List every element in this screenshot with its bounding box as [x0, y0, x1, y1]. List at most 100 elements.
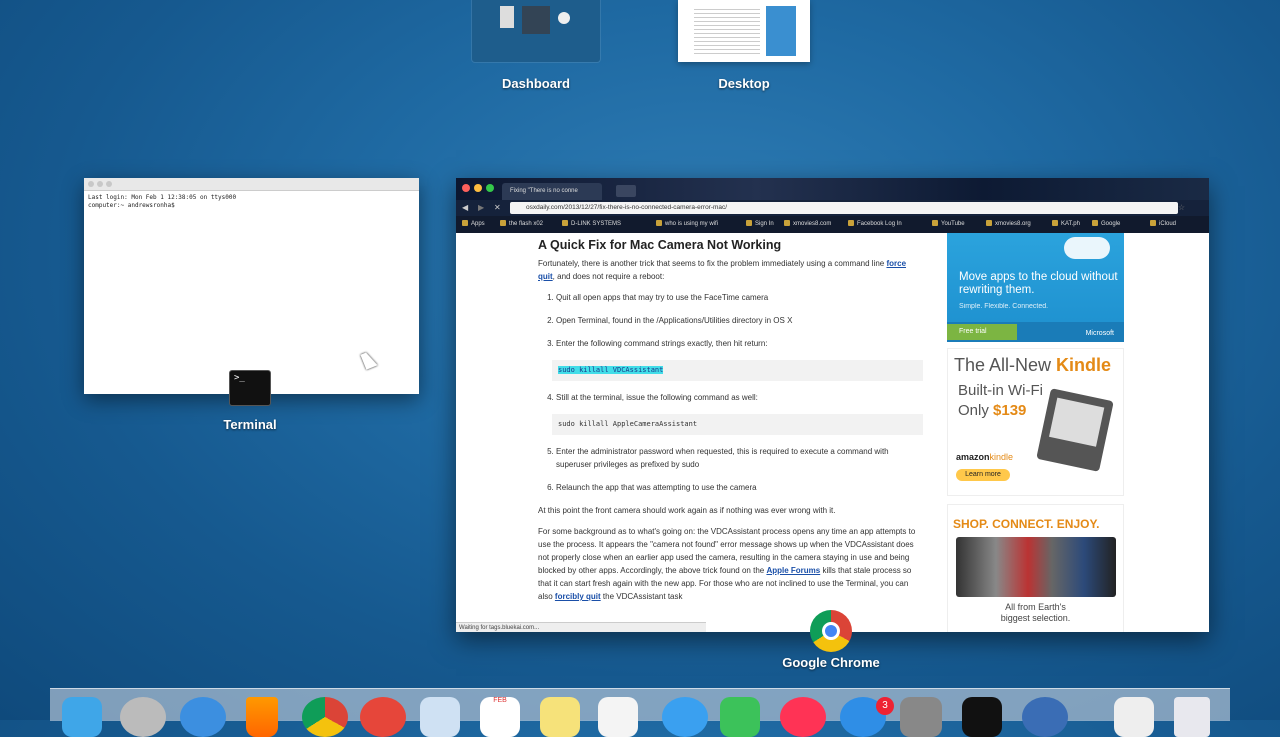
forcibly-quit-link[interactable]: forcibly quit	[555, 592, 601, 601]
article-paragraph: For some background as to what's going o…	[538, 527, 916, 601]
preview-icon[interactable]	[420, 697, 460, 737]
downloads-stack-icon[interactable]	[1114, 697, 1154, 737]
kindle-device-image	[1036, 388, 1114, 472]
terminal-app-icon: >_	[229, 370, 271, 406]
products-image	[956, 537, 1116, 597]
steps-list: Still at the terminal, issue the followi…	[538, 391, 923, 404]
terminal-line: Last login: Mon Feb 1 12:38:05 on ttys00…	[88, 194, 237, 201]
desktop-thumb-ad	[766, 6, 796, 56]
browser-tab[interactable]: Fixing "There is no conne	[502, 183, 602, 200]
ad-column: Move apps to the cloud without rewriting…	[947, 233, 1124, 632]
minimize-button[interactable]	[474, 184, 482, 192]
list-item: Open Terminal, found in the /Application…	[556, 314, 923, 327]
bookmark-item[interactable]: iCloud	[1150, 220, 1176, 227]
bookmark-item[interactable]: Google	[1092, 220, 1120, 227]
address-bar-row: ◀ ▶ ✕ osxdaily.com/2013/12/27/fix-there-…	[456, 200, 1209, 216]
system-preferences-icon[interactable]	[900, 697, 942, 737]
zoom-button[interactable]	[486, 184, 494, 192]
bookmark-item[interactable]: D-LINK SYSTEMS	[562, 220, 621, 227]
list-item: Still at the terminal, issue the followi…	[556, 391, 923, 404]
status-bar: Waiting for tags.bluekai.com...	[456, 622, 706, 632]
article-paragraph: At this point the front camera should wo…	[538, 506, 836, 515]
trash-icon[interactable]	[1174, 697, 1210, 737]
reminders-icon[interactable]	[598, 697, 638, 737]
article: A Quick Fix for Mac Camera Not Working F…	[538, 239, 923, 611]
terminal-output[interactable]: Last login: Mon Feb 1 12:38:05 on ttys00…	[84, 191, 419, 213]
cloud-icon	[1064, 237, 1110, 259]
terminal-titlebar[interactable]	[84, 178, 419, 191]
bookmark-star-icon[interactable]: ☆	[1178, 203, 1185, 212]
steps-list: Enter the administrator password when re…	[538, 445, 923, 494]
chrome-dock-icon[interactable]	[302, 697, 348, 737]
desktop-label: Desktop	[718, 76, 770, 91]
finder-icon[interactable]	[62, 697, 102, 737]
clock-widget	[558, 12, 570, 24]
bookmark-item[interactable]: KAT.ph	[1052, 220, 1080, 227]
microsoft-logo: Microsoft	[1085, 330, 1114, 337]
back-icon[interactable]: ◀	[462, 203, 468, 212]
steps-list: Quit all open apps that may try to use t…	[538, 291, 923, 350]
list-item: Enter the following command strings exac…	[556, 337, 923, 350]
code-block[interactable]: sudo killall AppleCameraAssistant	[552, 414, 923, 435]
messages-icon[interactable]	[662, 697, 708, 737]
bookmarks-bar: Apps the flash x02 D-LINK SYSTEMS who is…	[456, 216, 1209, 233]
chrome-titlebar[interactable]: Fixing "There is no conne	[456, 178, 1209, 200]
code-block[interactable]: sudo killall VDCAssistant	[552, 360, 923, 381]
safari-icon[interactable]	[180, 697, 226, 737]
learn-more-button[interactable]: Learn more	[956, 469, 1010, 481]
bookmark-item[interactable]: the flash x02	[500, 220, 543, 227]
facetime-icon[interactable]	[720, 697, 760, 737]
launchpad-icon[interactable]	[120, 697, 166, 737]
notification-badge: 3	[876, 697, 894, 715]
desktop-space-thumbnail[interactable]	[678, 0, 810, 62]
list-item: Relaunch the app that was attempting to …	[556, 481, 923, 494]
vlc-icon[interactable]	[246, 697, 278, 737]
itunes-icon[interactable]	[780, 697, 826, 737]
minimize-button[interactable]	[97, 181, 103, 187]
bookmark-item[interactable]: xmovies8.org	[986, 220, 1031, 227]
dashboard-space-thumbnail[interactable]	[472, 0, 600, 62]
apple-forums-link[interactable]: Apple Forums	[766, 566, 820, 575]
terminal-dock-icon[interactable]	[962, 697, 1002, 737]
kindle-ad[interactable]: The All-New Kindle Built-in Wi-Fi Only $1…	[947, 348, 1124, 496]
bookmark-item[interactable]: Facebook Log In	[848, 220, 902, 227]
calculator-widget	[500, 6, 514, 28]
ad-features: Built-in Wi-Fi Only $139	[958, 382, 1043, 419]
terminal-line: computer:~ andrewsronha$	[88, 202, 175, 209]
chrome-label: Google Chrome	[782, 655, 880, 670]
ad-headline: Move apps to the cloud without rewriting…	[959, 271, 1118, 296]
microsoft-ad[interactable]: Move apps to the cloud without rewriting…	[947, 233, 1124, 342]
web-page[interactable]: A Quick Fix for Mac Camera Not Working F…	[456, 233, 1209, 632]
stop-icon[interactable]: ✕	[494, 203, 501, 212]
bookmark-item[interactable]: Sign In	[746, 220, 774, 227]
google-icon[interactable]	[360, 697, 406, 737]
notes-icon[interactable]	[540, 697, 580, 737]
close-button[interactable]	[462, 184, 470, 192]
amazon-shop-ad[interactable]: SHOP. CONNECT. ENJOY. All from Earth's bi…	[947, 504, 1124, 632]
close-button[interactable]	[88, 181, 94, 187]
ad-subtext: Simple. Flexible. Connected.	[959, 303, 1049, 310]
bookmark-item[interactable]: YouTube	[932, 220, 965, 227]
article-intro: Fortunately, there is another trick that…	[538, 259, 907, 281]
desktop-thumb-content	[694, 6, 760, 56]
article-title: A Quick Fix for Mac Camera Not Working	[538, 238, 782, 252]
ad-headline: The All-New Kindle	[954, 355, 1112, 375]
ad-headline: SHOP. CONNECT. ENJOY.	[953, 517, 1100, 531]
google-chrome-icon	[810, 610, 852, 652]
terminal-label: Terminal	[223, 417, 277, 432]
forward-icon[interactable]: ▶	[478, 203, 484, 212]
new-tab-button[interactable]	[616, 185, 636, 197]
bookmark-item[interactable]: Apps	[462, 220, 485, 227]
quicktime-icon[interactable]	[1022, 697, 1068, 737]
free-trial-button[interactable]: Free trial	[947, 324, 1017, 340]
zoom-button[interactable]	[106, 181, 112, 187]
list-item: Enter the administrator password when re…	[556, 445, 923, 471]
bookmark-item[interactable]: xmovies8.com	[784, 220, 831, 227]
chrome-window[interactable]: Fixing "There is no conne ◀ ▶ ✕ osxdaily…	[456, 178, 1209, 632]
dashboard-label: Dashboard	[502, 76, 570, 91]
calendar-icon[interactable]: FEB	[480, 697, 520, 737]
bookmark-item[interactable]: who is using my wifi	[656, 220, 718, 227]
url-field[interactable]: osxdaily.com/2013/12/27/fix-there-is-no-…	[510, 202, 1178, 214]
highlighted-command: sudo killall VDCAssistant	[558, 366, 664, 374]
list-item: Quit all open apps that may try to use t…	[556, 291, 923, 304]
